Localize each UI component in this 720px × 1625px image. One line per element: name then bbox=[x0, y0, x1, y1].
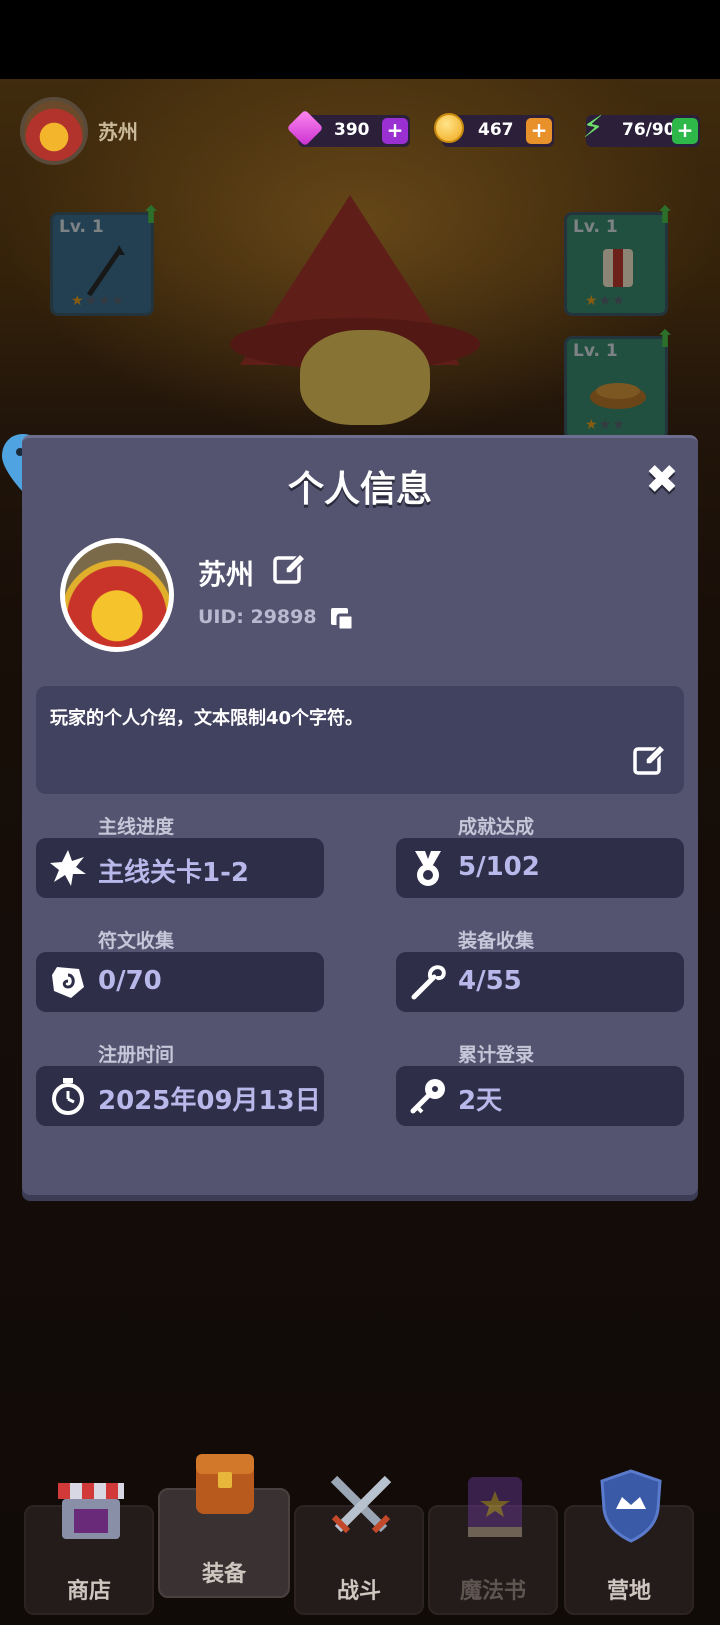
stat-value: 主线关卡1-2 bbox=[98, 858, 249, 888]
stat-value: 2025年09月13日 bbox=[98, 1086, 321, 1116]
copy-uid-icon[interactable] bbox=[328, 605, 356, 633]
add-coins-button[interactable]: + bbox=[526, 118, 552, 144]
nav-shop[interactable]: 商店 bbox=[24, 1483, 154, 1615]
stat-label: 符文收集 bbox=[98, 930, 175, 952]
edit-bio-icon[interactable] bbox=[632, 742, 668, 778]
profile-name: 苏州 bbox=[198, 558, 255, 591]
add-energy-button[interactable]: + bbox=[672, 118, 698, 144]
uid-text: UID: 29898 bbox=[198, 606, 317, 628]
bio-text: 玩家的个人介绍，文本限制40个字符。 bbox=[50, 708, 364, 729]
stat-value: 5/102 bbox=[458, 852, 540, 882]
status-bar bbox=[0, 0, 720, 79]
nav-label: 营地 bbox=[606, 1579, 651, 1604]
camp-shield-icon bbox=[600, 1469, 662, 1543]
nav-equipment[interactable]: 装备 bbox=[158, 1454, 290, 1598]
edit-name-icon[interactable] bbox=[272, 551, 308, 587]
bottom-nav: 商店 装备 战斗 魔法书 营地 bbox=[0, 1450, 720, 1625]
energy-counter: ⚡ 76/90 + bbox=[582, 110, 700, 147]
key-icon bbox=[408, 1076, 448, 1116]
stat-equipment: 装备收集 4/55 bbox=[396, 930, 684, 1012]
stat-label: 装备收集 bbox=[458, 930, 535, 952]
nav-label: 装备 bbox=[201, 1562, 246, 1587]
stat-runes: 符文收集 0/70 bbox=[36, 930, 324, 1012]
nav-label: 战斗 bbox=[336, 1579, 381, 1604]
profile-avatar[interactable] bbox=[60, 538, 174, 652]
stat-value: 4/55 bbox=[458, 966, 522, 996]
player-name-top: 苏州 bbox=[98, 120, 138, 144]
nav-label: 魔法书 bbox=[459, 1579, 526, 1604]
medal-icon bbox=[408, 848, 448, 888]
close-button[interactable]: ✖ bbox=[642, 460, 682, 500]
nav-camp[interactable]: 营地 bbox=[564, 1469, 694, 1615]
stat-label: 注册时间 bbox=[98, 1044, 175, 1066]
stat-login-days: 累计登录 2天 bbox=[396, 1044, 684, 1126]
stat-value: 2天 bbox=[458, 1086, 503, 1116]
stopwatch-icon bbox=[48, 1076, 88, 1116]
nav-label: 商店 bbox=[66, 1579, 111, 1604]
spellbook-icon bbox=[468, 1477, 522, 1537]
energy-value: 76/90 bbox=[622, 120, 676, 140]
add-gems-button[interactable]: + bbox=[382, 118, 408, 144]
lightning-icon: ⚡ bbox=[582, 110, 604, 145]
shop-icon bbox=[58, 1483, 124, 1539]
rune-icon bbox=[48, 962, 88, 1002]
coin-value: 467 bbox=[478, 120, 514, 140]
stat-label: 累计登录 bbox=[458, 1044, 535, 1066]
stat-achievements: 成就达成 5/102 bbox=[396, 816, 684, 898]
burst-icon bbox=[48, 848, 88, 888]
stat-value: 0/70 bbox=[98, 966, 162, 996]
modal-title: 个人信息 bbox=[287, 469, 432, 510]
profile-modal: 个人信息 ✖ 苏州 UID: 29898 玩家的个人介绍，文本限制40个字符。 … bbox=[22, 435, 698, 1195]
bio-box: 玩家的个人介绍，文本限制40个字符。 bbox=[36, 686, 684, 794]
crossed-swords-icon bbox=[330, 1475, 392, 1534]
player-avatar-top[interactable] bbox=[20, 97, 88, 165]
stat-registration: 注册时间 2025年09月13日 bbox=[36, 1044, 324, 1126]
stat-label: 主线进度 bbox=[98, 816, 175, 838]
coin-counter: 467 + bbox=[434, 113, 554, 147]
gem-icon bbox=[286, 109, 324, 147]
stat-main-progress: 主线进度 主线关卡1-2 bbox=[36, 816, 324, 898]
gem-value: 390 bbox=[334, 120, 370, 140]
staff-icon bbox=[408, 962, 448, 1002]
stat-label: 成就达成 bbox=[458, 816, 535, 838]
coin-icon bbox=[430, 109, 468, 147]
nav-spellbook[interactable]: 魔法书 bbox=[428, 1477, 558, 1615]
gem-counter: 390 + bbox=[286, 109, 410, 147]
backpack-icon bbox=[196, 1454, 254, 1514]
nav-battle[interactable]: 战斗 bbox=[294, 1475, 424, 1615]
